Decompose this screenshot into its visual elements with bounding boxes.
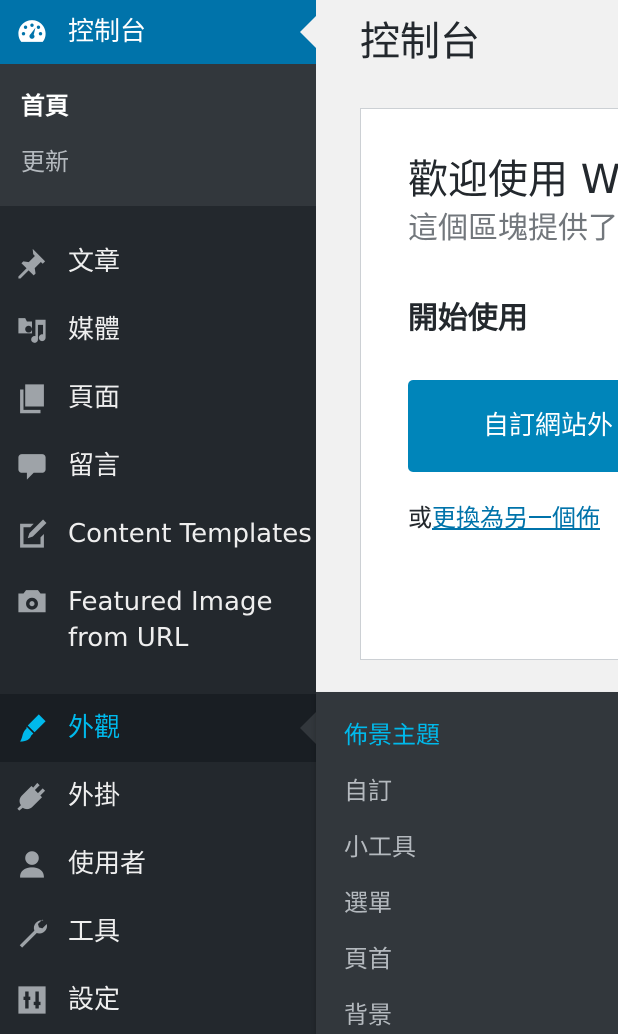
menu-item-appearance[interactable]: 外觀 [0,694,316,762]
pin-icon [14,244,50,280]
main-content: 控制台 歡迎使用 W 這個區塊提供了 開始使用 自訂網站外 或更換為另一個佈 [316,0,618,692]
page-title: 控制台 [360,19,480,65]
pages-icon [14,380,50,416]
dashboard-submenu: 首頁 更新 [0,64,316,206]
menu-item-users[interactable]: 使用者 [0,830,316,898]
comment-icon [14,448,50,484]
submenu-item-themes[interactable]: 佈景主題 [344,719,440,751]
change-theme-line: 或更換為另一個佈 [408,501,600,535]
edit-page-icon [14,516,50,552]
menu-item-pages[interactable]: 頁面 [0,364,316,432]
change-theme-link[interactable]: 更換為另一個佈 [432,504,600,532]
menu-label-featured-image: Featured Image from URL [68,584,272,656]
menu-label-pages: 頁面 [68,383,121,413]
submenu-item-updates[interactable]: 更新 [21,146,69,178]
menu-item-dashboard[interactable]: 控制台 [0,0,316,64]
welcome-title: 歡迎使用 W [408,157,618,203]
camera-icon [14,584,50,620]
menu-item-settings[interactable]: 設定 [0,966,316,1034]
submenu-item-header[interactable]: 頁首 [344,943,392,975]
media-icon [14,312,50,348]
menu-label-settings: 設定 [68,985,121,1015]
submenu-item-customize[interactable]: 自訂 [344,775,392,807]
menu-label-media: 媒體 [68,315,121,345]
menu-item-plugins[interactable]: 外掛 [0,762,316,830]
menu-label-content-templates: Content Templates [68,519,312,549]
flyout-arrow [300,712,316,744]
menu-item-tools[interactable]: 工具 [0,898,316,966]
wrench-icon [14,914,50,950]
customize-site-button[interactable]: 自訂網站外 [408,380,618,472]
or-text: 或 [408,504,432,532]
settings-sliders-icon [14,982,50,1018]
menu-label-appearance: 外觀 [68,713,121,743]
menu-label-posts: 文章 [68,247,121,277]
submenu-item-menus[interactable]: 選單 [344,887,392,919]
current-menu-arrow [300,16,316,48]
menu-item-posts[interactable]: 文章 [0,228,316,296]
submenu-item-background[interactable]: 背景 [344,999,392,1031]
menu-label-dashboard: 控制台 [68,17,147,47]
admin-sidebar: 控制台 首頁 更新 文章 媒體 頁面 留言 Content Templates [0,0,316,1034]
menu-label-users: 使用者 [68,849,147,879]
menu-item-content-templates[interactable]: Content Templates [0,500,316,568]
menu-label-plugins: 外掛 [68,781,121,811]
plugin-icon [14,778,50,814]
menu-label-comments: 留言 [68,451,121,481]
welcome-panel: 歡迎使用 W 這個區塊提供了 開始使用 自訂網站外 或更換為另一個佈 [360,108,618,660]
menu-label-tools: 工具 [68,917,121,947]
submenu-item-home[interactable]: 首頁 [21,90,69,122]
menu-item-featured-image[interactable]: Featured Image from URL [0,578,316,674]
menu-label-featured-line1: Featured Image [68,587,273,617]
submenu-item-widgets[interactable]: 小工具 [344,831,416,863]
user-icon [14,846,50,882]
dashboard-icon [14,14,50,50]
menu-label-featured-line2: from URL [68,623,189,653]
paintbrush-icon [14,710,50,746]
appearance-flyout-submenu: 佈景主題 自訂 小工具 選單 頁首 背景 [316,692,618,1034]
welcome-description: 這個區塊提供了 [408,211,618,246]
menu-item-media[interactable]: 媒體 [0,296,316,364]
menu-item-comments[interactable]: 留言 [0,432,316,500]
get-started-heading: 開始使用 [408,301,528,336]
